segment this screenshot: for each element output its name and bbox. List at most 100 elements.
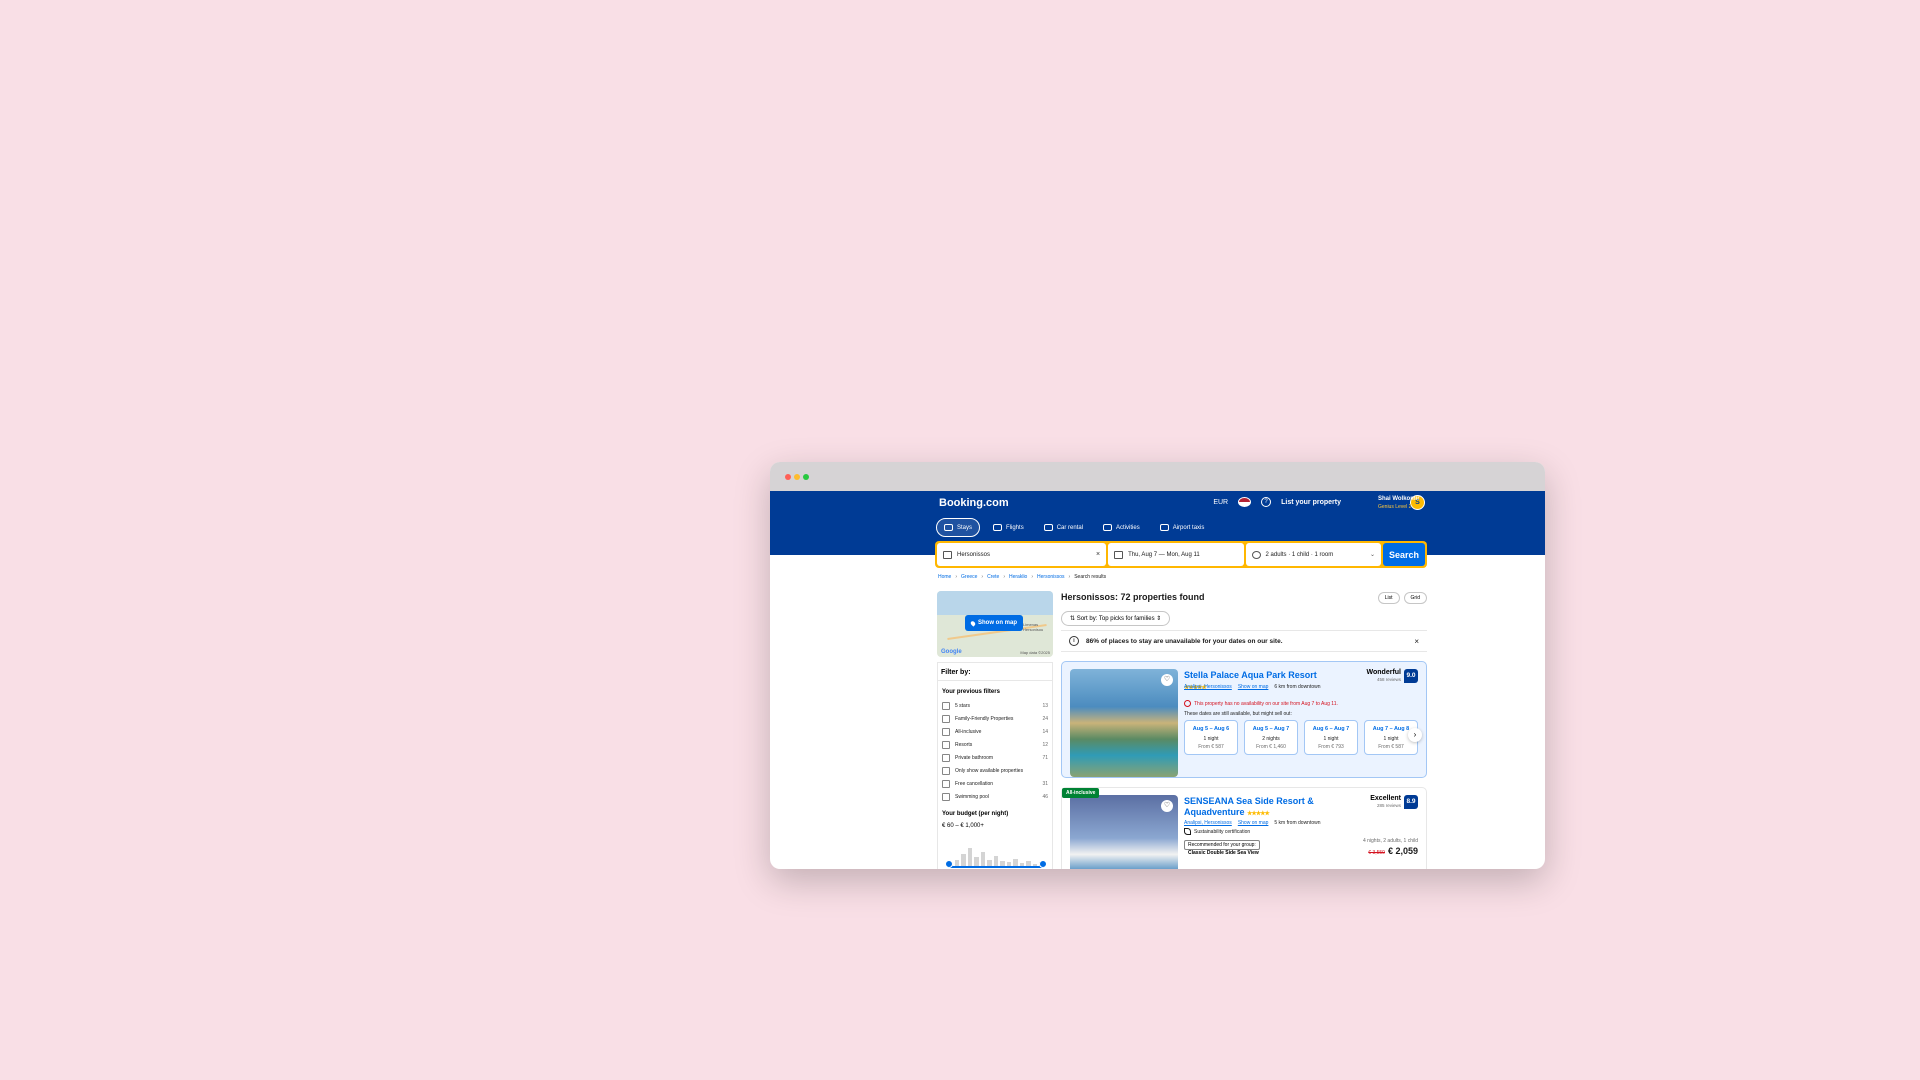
nav-activities[interactable]: Activities (1096, 518, 1147, 537)
filter-count: 12 (1042, 741, 1048, 748)
language-flag-icon[interactable] (1238, 497, 1252, 507)
sort-dropdown[interactable]: ⇅ Sort by: Top picks for families ⇕ (1061, 611, 1171, 626)
chevron-right-icon: › (955, 574, 958, 580)
property-card[interactable]: ♡ Stella Palace Aqua Park Resort ★★★★★ A… (1061, 661, 1427, 778)
budget-max-handle[interactable] (1039, 860, 1047, 868)
map-sea (937, 591, 1053, 615)
currency-button[interactable]: EUR (1213, 499, 1228, 506)
property-photo[interactable]: ♡ (1070, 795, 1178, 869)
filter-family-friendly[interactable]: Family-Friendly Properties 24 (938, 712, 1052, 725)
date-option[interactable]: Aug 6 – Aug 7 1 night From € 793 (1304, 720, 1358, 755)
chevron-right-icon: › (1068, 574, 1071, 580)
review-score[interactable]: Excellent 285 reviews 8.9 (1370, 795, 1418, 809)
notice-text: 86% of places to stay are unavailable fo… (1086, 637, 1283, 645)
breadcrumb-greece[interactable]: Greece (961, 574, 977, 580)
guests-selector[interactable]: 2 adults · 1 child · 1 room ⌄ (1245, 543, 1381, 566)
filter-label: Private bathroom (955, 754, 994, 761)
map-pin-icon (969, 619, 977, 627)
filter-count: 14 (1042, 728, 1048, 735)
filter-resorts[interactable]: Resorts 12 (938, 738, 1052, 751)
show-on-map-link[interactable]: Show on map (1238, 684, 1269, 690)
property-name[interactable]: SENSEANA Sea Side Resort & Aquadventure … (1184, 796, 1324, 820)
checkbox[interactable] (942, 753, 950, 762)
grid-view-button[interactable]: Grid (1403, 592, 1427, 604)
filter-all-inclusive[interactable]: All-inclusive 14 (938, 725, 1052, 738)
checkbox[interactable] (942, 701, 950, 710)
show-on-map-link[interactable]: Show on map (1238, 820, 1269, 826)
filter-label: All-inclusive (955, 728, 982, 735)
checkbox[interactable] (942, 779, 950, 788)
show-on-map-button[interactable]: Show on map (965, 615, 1023, 631)
list-property-link[interactable]: List your property (1281, 499, 1341, 506)
checkbox[interactable] (942, 740, 950, 749)
guests-value: 2 adults · 1 child · 1 room (1265, 551, 1334, 558)
nights: 1 night (1323, 736, 1339, 742)
review-score[interactable]: Wonderful 458 reviews 9.0 (1367, 669, 1418, 683)
property-name[interactable]: Stella Palace Aqua Park Resort ★★★★★ (1184, 670, 1334, 694)
room-type: Classic Double Side Sea View (1188, 850, 1259, 856)
list-view-button[interactable]: List (1377, 592, 1400, 604)
close-window-button[interactable] (785, 474, 791, 480)
property-card[interactable]: ♡ All-inclusive SENSEANA Sea Side Resort… (1061, 787, 1427, 869)
property-photo[interactable]: ♡ (1070, 669, 1178, 777)
checkbox[interactable] (942, 766, 950, 775)
bed-icon (943, 550, 952, 559)
nights: 2 nights (1262, 736, 1280, 742)
nav-flights[interactable]: Flights (986, 518, 1031, 537)
checkbox[interactable] (942, 714, 950, 723)
checkbox[interactable] (942, 727, 950, 736)
taxi-icon (1159, 524, 1169, 531)
checkbox[interactable] (942, 792, 950, 801)
filter-count: 46 (1042, 793, 1048, 800)
score-badge: 9.0 (1404, 669, 1418, 683)
breadcrumb-home[interactable]: Home (938, 574, 951, 580)
main-nav: Stays Flights Car rental Activities Airp… (936, 518, 1211, 537)
info-icon: i (1069, 636, 1079, 646)
location-link[interactable]: Analipsi, Hersonissos (1184, 820, 1232, 826)
availability-notice: i 86% of places to stay are unavailable … (1061, 630, 1427, 652)
filter-label: Swimming pool (955, 793, 989, 800)
destination-input[interactable]: Hersonissos × (937, 543, 1107, 566)
filter-count: 24 (1042, 715, 1048, 722)
budget-min-handle[interactable] (945, 860, 953, 868)
filter-swimming-pool[interactable]: Swimming pool 46 (938, 790, 1052, 803)
filter-count: 31 (1042, 780, 1048, 787)
heart-icon[interactable]: ♡ (1161, 674, 1173, 686)
stay-details: 4 nights, 2 adults, 1 child (1362, 838, 1418, 844)
chevron-right-icon: › (1003, 574, 1005, 580)
date-option[interactable]: Aug 5 – Aug 6 1 night From € 587 (1184, 720, 1238, 755)
breadcrumb-crete[interactable]: Crete (987, 574, 999, 580)
heart-icon[interactable]: ♡ (1161, 800, 1173, 812)
breadcrumb-heraklio[interactable]: Heraklio (1009, 574, 1027, 580)
date-range: Aug 6 – Aug 7 (1312, 726, 1350, 732)
minimize-window-button[interactable] (794, 474, 800, 480)
filter-free-cancellation[interactable]: Free cancellation 31 (938, 777, 1052, 790)
help-icon[interactable]: ? (1261, 497, 1272, 507)
review-count: 285 reviews (1376, 803, 1401, 808)
nav-label: Activities (1116, 524, 1140, 531)
date-picker[interactable]: Thu, Aug 7 — Mon, Aug 11 (1108, 543, 1244, 566)
nav-label: Airport taxis (1172, 524, 1205, 531)
recommended-label: Recommended for your group: (1184, 840, 1260, 850)
site-logo[interactable]: Booking.com (939, 497, 1009, 509)
nav-stays[interactable]: Stays (936, 518, 981, 537)
nav-car-rental[interactable]: Car rental (1037, 518, 1090, 537)
distance: 5 km from downtown (1274, 820, 1321, 826)
filter-private-bathroom[interactable]: Private bathroom 71 (938, 751, 1052, 764)
date-option[interactable]: Aug 5 – Aug 7 2 nights From € 1,460 (1244, 720, 1298, 755)
clear-destination-icon[interactable]: × (1096, 551, 1100, 558)
location-link[interactable]: Analipsi, Hersonissos (1184, 684, 1232, 690)
user-menu[interactable]: Shai Wolkomir Genius Level 2 (1378, 495, 1420, 511)
breadcrumb-hersonissos[interactable]: Hersonissos (1037, 574, 1065, 580)
budget-slider[interactable] (945, 860, 1047, 868)
close-icon[interactable]: × (1414, 637, 1419, 646)
filter-5-stars[interactable]: 5 stars 13 (938, 699, 1052, 712)
maximize-window-button[interactable] (803, 474, 809, 480)
search-button[interactable]: Search (1382, 543, 1425, 566)
nav-airport-taxis[interactable]: Airport taxis (1153, 518, 1212, 537)
filter-available-only[interactable]: Only show available properties (938, 764, 1052, 777)
date-range: Aug 5 – Aug 7 (1252, 726, 1290, 732)
original-price: € 3,559 (1368, 850, 1385, 856)
breadcrumb: Home › Greece › Crete › Heraklio › Hersoniss… (938, 574, 1106, 580)
chevron-right-icon[interactable]: › (1408, 728, 1422, 742)
